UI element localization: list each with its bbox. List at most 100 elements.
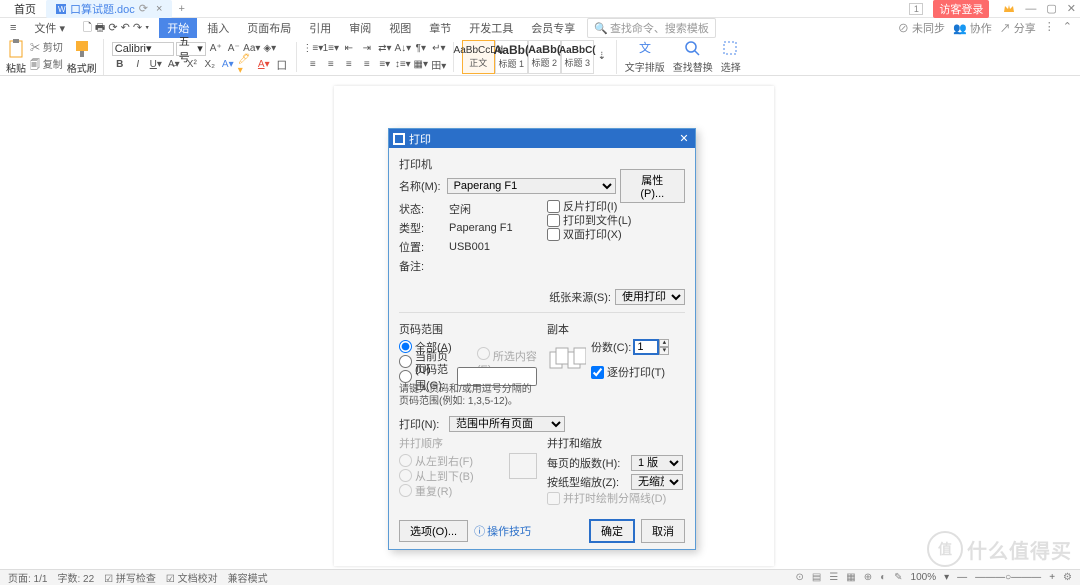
style-h3[interactable]: AaBbC( 标题 3 [561,40,594,74]
view-read-icon[interactable]: ⊕ [864,572,872,583]
view-outline-icon[interactable]: ☰ [829,572,838,583]
menu-view[interactable]: 视图 [381,18,419,38]
cancel-button[interactable]: 取消 [641,519,685,543]
login-button[interactable]: 访客登录 [933,0,989,18]
tips-link[interactable]: ⓘ 操作技巧 [474,523,531,539]
range-all-radio[interactable] [399,340,412,353]
pages-per-sheet-select[interactable]: 1 版 [631,455,683,471]
align-center-icon[interactable]: ≡ [323,58,339,72]
menu-layout[interactable]: 页面布局 [239,18,299,38]
word-count[interactable]: 字数: 22 [57,570,94,585]
print-to-file-checkbox[interactable] [547,214,560,227]
menu-devtools[interactable]: 开发工具 [461,18,521,38]
superscript-icon[interactable]: X² [184,58,200,72]
window-counter[interactable]: 1 [909,3,923,15]
sort-icon[interactable]: A↓▾ [395,42,411,56]
view-focus-icon[interactable]: ⊙ [795,572,803,583]
dialog-close-button[interactable]: ✕ [677,132,691,145]
new-tab-button[interactable]: + [178,3,184,15]
menu-dropdown[interactable]: ≡ [2,20,24,36]
strike-icon[interactable]: A̶▾ [166,58,182,72]
styles-gallery[interactable]: AaBbCcDd 正文 AaBb( 标题 1 AaBb( 标题 2 AaBbC(… [456,40,617,74]
print-what-select[interactable]: 范围中所有页面 [449,416,565,432]
find-replace-button[interactable]: 查找替换 [673,40,713,74]
copies-up-button[interactable]: ▴ [659,339,669,347]
crown-icon[interactable] [1003,3,1015,15]
settings-icon[interactable]: ⚙ [1063,572,1072,583]
zoom-in-button[interactable]: + [1049,572,1055,583]
close-button[interactable]: ✕ [1067,2,1076,15]
clear-format-icon[interactable]: ◈▾ [262,42,278,56]
ok-button[interactable]: 确定 [589,519,635,543]
highlight-icon[interactable]: 🖊▾ [238,58,254,72]
doccheck-toggle[interactable]: ☑ 文档校对 [166,570,218,585]
styles-more-icon[interactable]: ⇣ [594,50,610,64]
range-current-radio[interactable] [399,355,412,368]
numbering-icon[interactable]: 1≡▾ [323,42,339,56]
bold-icon[interactable]: B [112,58,128,72]
font-name-combo[interactable]: Calibri ▾ [112,42,174,56]
reverse-print-checkbox[interactable] [547,200,560,213]
outdent-icon[interactable]: ⇤ [341,42,357,56]
menu-more[interactable]: ⋮ [1044,20,1055,36]
select-button[interactable]: 选择 [721,40,741,74]
font-color-icon[interactable]: A▾ [256,58,272,72]
copy-button[interactable]: 🗐 复制 [30,56,63,75]
copies-input[interactable] [633,339,659,355]
menu-insert[interactable]: 插入 [199,18,237,38]
view-dark-icon[interactable]: ◐ [880,572,886,583]
format-painter-icon[interactable] [74,39,90,59]
collab-button[interactable]: 👥 协作 [953,20,992,36]
bullets-icon[interactable]: ⋮≡▾ [305,42,321,56]
indent-icon[interactable]: ⇥ [359,42,375,56]
sync-status[interactable]: ⊘ 未同步 [898,20,945,36]
page-indicator[interactable]: 页面: 1/1 [8,570,47,585]
zoom-level[interactable]: 100% [911,572,937,583]
paste-label[interactable]: 粘贴 [6,60,26,75]
collate-checkbox[interactable] [591,366,604,379]
align-justify-icon[interactable]: ≡ [359,58,375,72]
paste-icon[interactable] [7,39,25,59]
maximize-button[interactable]: ▢ [1046,2,1056,15]
minimize-button[interactable]: — [1025,3,1036,15]
view-print-icon[interactable]: ▤ [812,572,821,583]
shading-icon[interactable]: ▦▾ [413,58,429,72]
printer-name-select[interactable]: Paperang F1 [447,178,616,194]
menu-file[interactable]: 文件 ▾ [26,18,73,38]
scale-to-select[interactable]: 无缩放 [631,474,683,490]
subscript-icon[interactable]: X₂ [202,58,218,72]
font-size-combo[interactable]: 五号 ▾ [176,42,206,56]
tab-document[interactable]: W 口算试题.doc ⟳ × [46,0,172,18]
view-markup-icon[interactable]: ✎ [894,572,902,583]
duplex-checkbox[interactable] [547,228,560,241]
options-button[interactable]: 选项(O)... [399,520,468,542]
tab-home[interactable]: 首页 [4,0,46,18]
style-normal[interactable]: AaBbCcDd 正文 [462,40,495,74]
printer-properties-button[interactable]: 属性(P)... [620,169,685,203]
menu-member[interactable]: 会员专享 [523,18,583,38]
menu-review[interactable]: 审阅 [341,18,379,38]
share-button[interactable]: ↗ 分享 [1000,20,1036,36]
menu-collapse[interactable]: ⌃ [1063,20,1072,36]
italic-icon[interactable]: I [130,58,146,72]
paper-source-select[interactable]: 使用打印机设置 [615,289,685,305]
underline-icon[interactable]: U▾ [148,58,164,72]
para-mark-icon[interactable]: ↵▾ [431,42,447,56]
line-spacing-icon[interactable]: ↕≡▾ [395,58,411,72]
tab-icon[interactable]: ⇄▾ [377,42,393,56]
command-search[interactable]: 🔍 查找命令、搜索模板 [587,18,716,38]
char-shading-icon[interactable]: 囗 [274,58,290,72]
format-painter-label[interactable]: 格式刷 [67,60,97,75]
style-h2[interactable]: AaBb( 标题 2 [528,40,561,74]
cut-button[interactable]: ✂ 剪切 [30,39,63,54]
align-right-icon[interactable]: ≡ [341,58,357,72]
text-direction-button[interactable]: 文 文字排版 [625,40,665,74]
copies-down-button[interactable]: ▾ [659,347,669,355]
menu-references[interactable]: 引用 [301,18,339,38]
grow-font-icon[interactable]: A⁺ [208,42,224,56]
align-distribute-icon[interactable]: ≡▾ [377,58,393,72]
align-left-icon[interactable]: ≡ [305,58,321,72]
tab-close-icon[interactable]: × [156,3,162,15]
spellcheck-toggle[interactable]: ☑ 拼写检查 [104,570,156,585]
view-web-icon[interactable]: ▦ [846,572,855,583]
